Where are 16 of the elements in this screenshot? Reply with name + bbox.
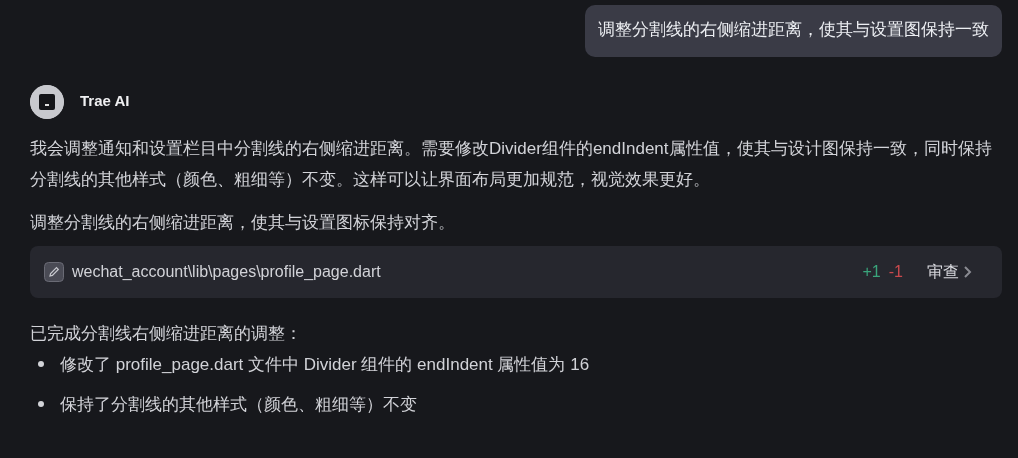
added-count: +1 — [862, 261, 881, 282]
edit-icon — [44, 261, 64, 282]
message-paragraph: 我会调整通知和设置栏目中分割线的右侧缩进距离。需要修改Divider组件的endIndent属性值，使其与设计图保持一致，同时保持分割线的其他样式（颜色、粗细等）不变。这样可以让界面布局更加规范，视觉效果更好。 — [30, 137, 993, 191]
bullet-icon — [38, 401, 44, 407]
user-message-bubble: 调整分割线的右侧缩进距离，使其与设置图保持一致 — [585, 5, 1002, 57]
chevron-right-icon — [963, 264, 972, 279]
removed-count: -1 — [888, 261, 903, 282]
bullet-icon — [38, 361, 44, 367]
message-paragraph: 调整分割线的右侧缩进距离，使其与设置图标保持对齐。 — [30, 211, 456, 234]
avatar-icon — [30, 84, 64, 119]
bullet-text: 修改了 profile_page.dart 文件中 Divider 组件的 endIndent 属性值为 16 — [60, 353, 590, 376]
file-path[interactable]: wechat_account\lib\pages\profile_page.dart — [72, 259, 381, 284]
summary-text: 已完成分割线右侧缩进距离的调整： — [30, 322, 303, 345]
assistant-name: Trae AI — [80, 91, 130, 112]
bullet-text: 保持了分割线的其他样式（颜色、粗细等）不变 — [60, 393, 417, 416]
review-button[interactable]: 审查 — [927, 259, 972, 284]
